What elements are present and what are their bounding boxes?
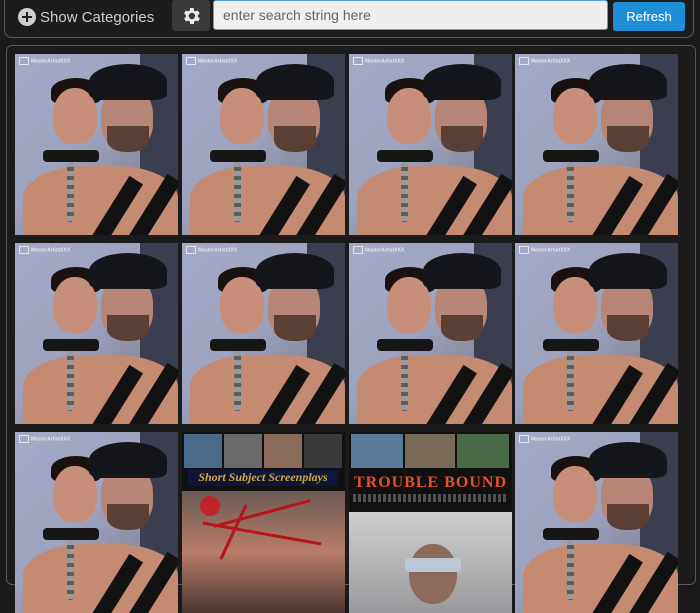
watermark-icon — [519, 57, 529, 65]
thumbnail-tile[interactable]: MasterArtistXXX — [15, 54, 178, 235]
watermark-label: MasterArtistXXX — [19, 57, 70, 65]
banner-title: Short Subject Screenplays — [188, 470, 338, 486]
top-toolbar: Show Categories Refresh — [0, 0, 700, 40]
show-categories-label: Show Categories — [40, 8, 155, 26]
search-input[interactable] — [213, 0, 608, 30]
watermark-label: MasterArtistXXX — [186, 57, 237, 65]
watermark-label: MasterArtistXXX — [353, 246, 404, 254]
thumbnail-tile[interactable]: MasterArtistXXX — [349, 243, 512, 424]
plus-circle-icon — [18, 8, 36, 26]
thumbnail-tile[interactable]: MasterArtistXXX — [515, 243, 678, 424]
watermark-icon — [19, 57, 29, 65]
watermark-icon — [19, 435, 29, 443]
thumbnail-tile-short-subject[interactable]: Short Subject Screenplays — [182, 432, 345, 613]
watermark-label: MasterArtistXXX — [519, 57, 570, 65]
watermark-icon — [519, 435, 529, 443]
banner-title: TROUBLE BOUND — [353, 474, 508, 491]
gear-icon — [184, 7, 200, 24]
thumbnail-tile[interactable]: MasterArtistXXX — [15, 243, 178, 424]
settings-button[interactable] — [172, 0, 210, 31]
watermark-label: MasterArtistXXX — [519, 435, 570, 443]
watermark-icon — [353, 57, 363, 65]
watermark-label: MasterArtistXXX — [353, 57, 404, 65]
watermark-label: MasterArtistXXX — [19, 435, 70, 443]
thumbnail-tile[interactable]: MasterArtistXXX — [182, 243, 345, 424]
thumbnail-tile[interactable]: MasterArtistXXX — [349, 54, 512, 235]
watermark-icon — [353, 246, 363, 254]
watermark-label: MasterArtistXXX — [519, 246, 570, 254]
film-strip — [351, 434, 509, 468]
watermark-icon — [186, 246, 196, 254]
thumbnail-tile[interactable]: MasterArtistXXX — [515, 432, 678, 613]
refresh-button[interactable]: Refresh — [613, 2, 685, 31]
watermark-icon — [186, 57, 196, 65]
watermark-icon — [19, 246, 29, 254]
thumbnail-tile[interactable]: MasterArtistXXX — [515, 54, 678, 235]
show-categories-button[interactable]: Show Categories — [18, 6, 154, 28]
film-strip — [184, 434, 342, 468]
thumbnail-tile[interactable]: MasterArtistXXX — [182, 54, 345, 235]
watermark-label: MasterArtistXXX — [186, 246, 237, 254]
thumbnail-tile[interactable]: MasterArtistXXX — [15, 432, 178, 613]
watermark-label: MasterArtistXXX — [19, 246, 70, 254]
watermark-icon — [519, 246, 529, 254]
thumbnail-tile-trouble-bound[interactable]: TROUBLE BOUND — [349, 432, 512, 613]
